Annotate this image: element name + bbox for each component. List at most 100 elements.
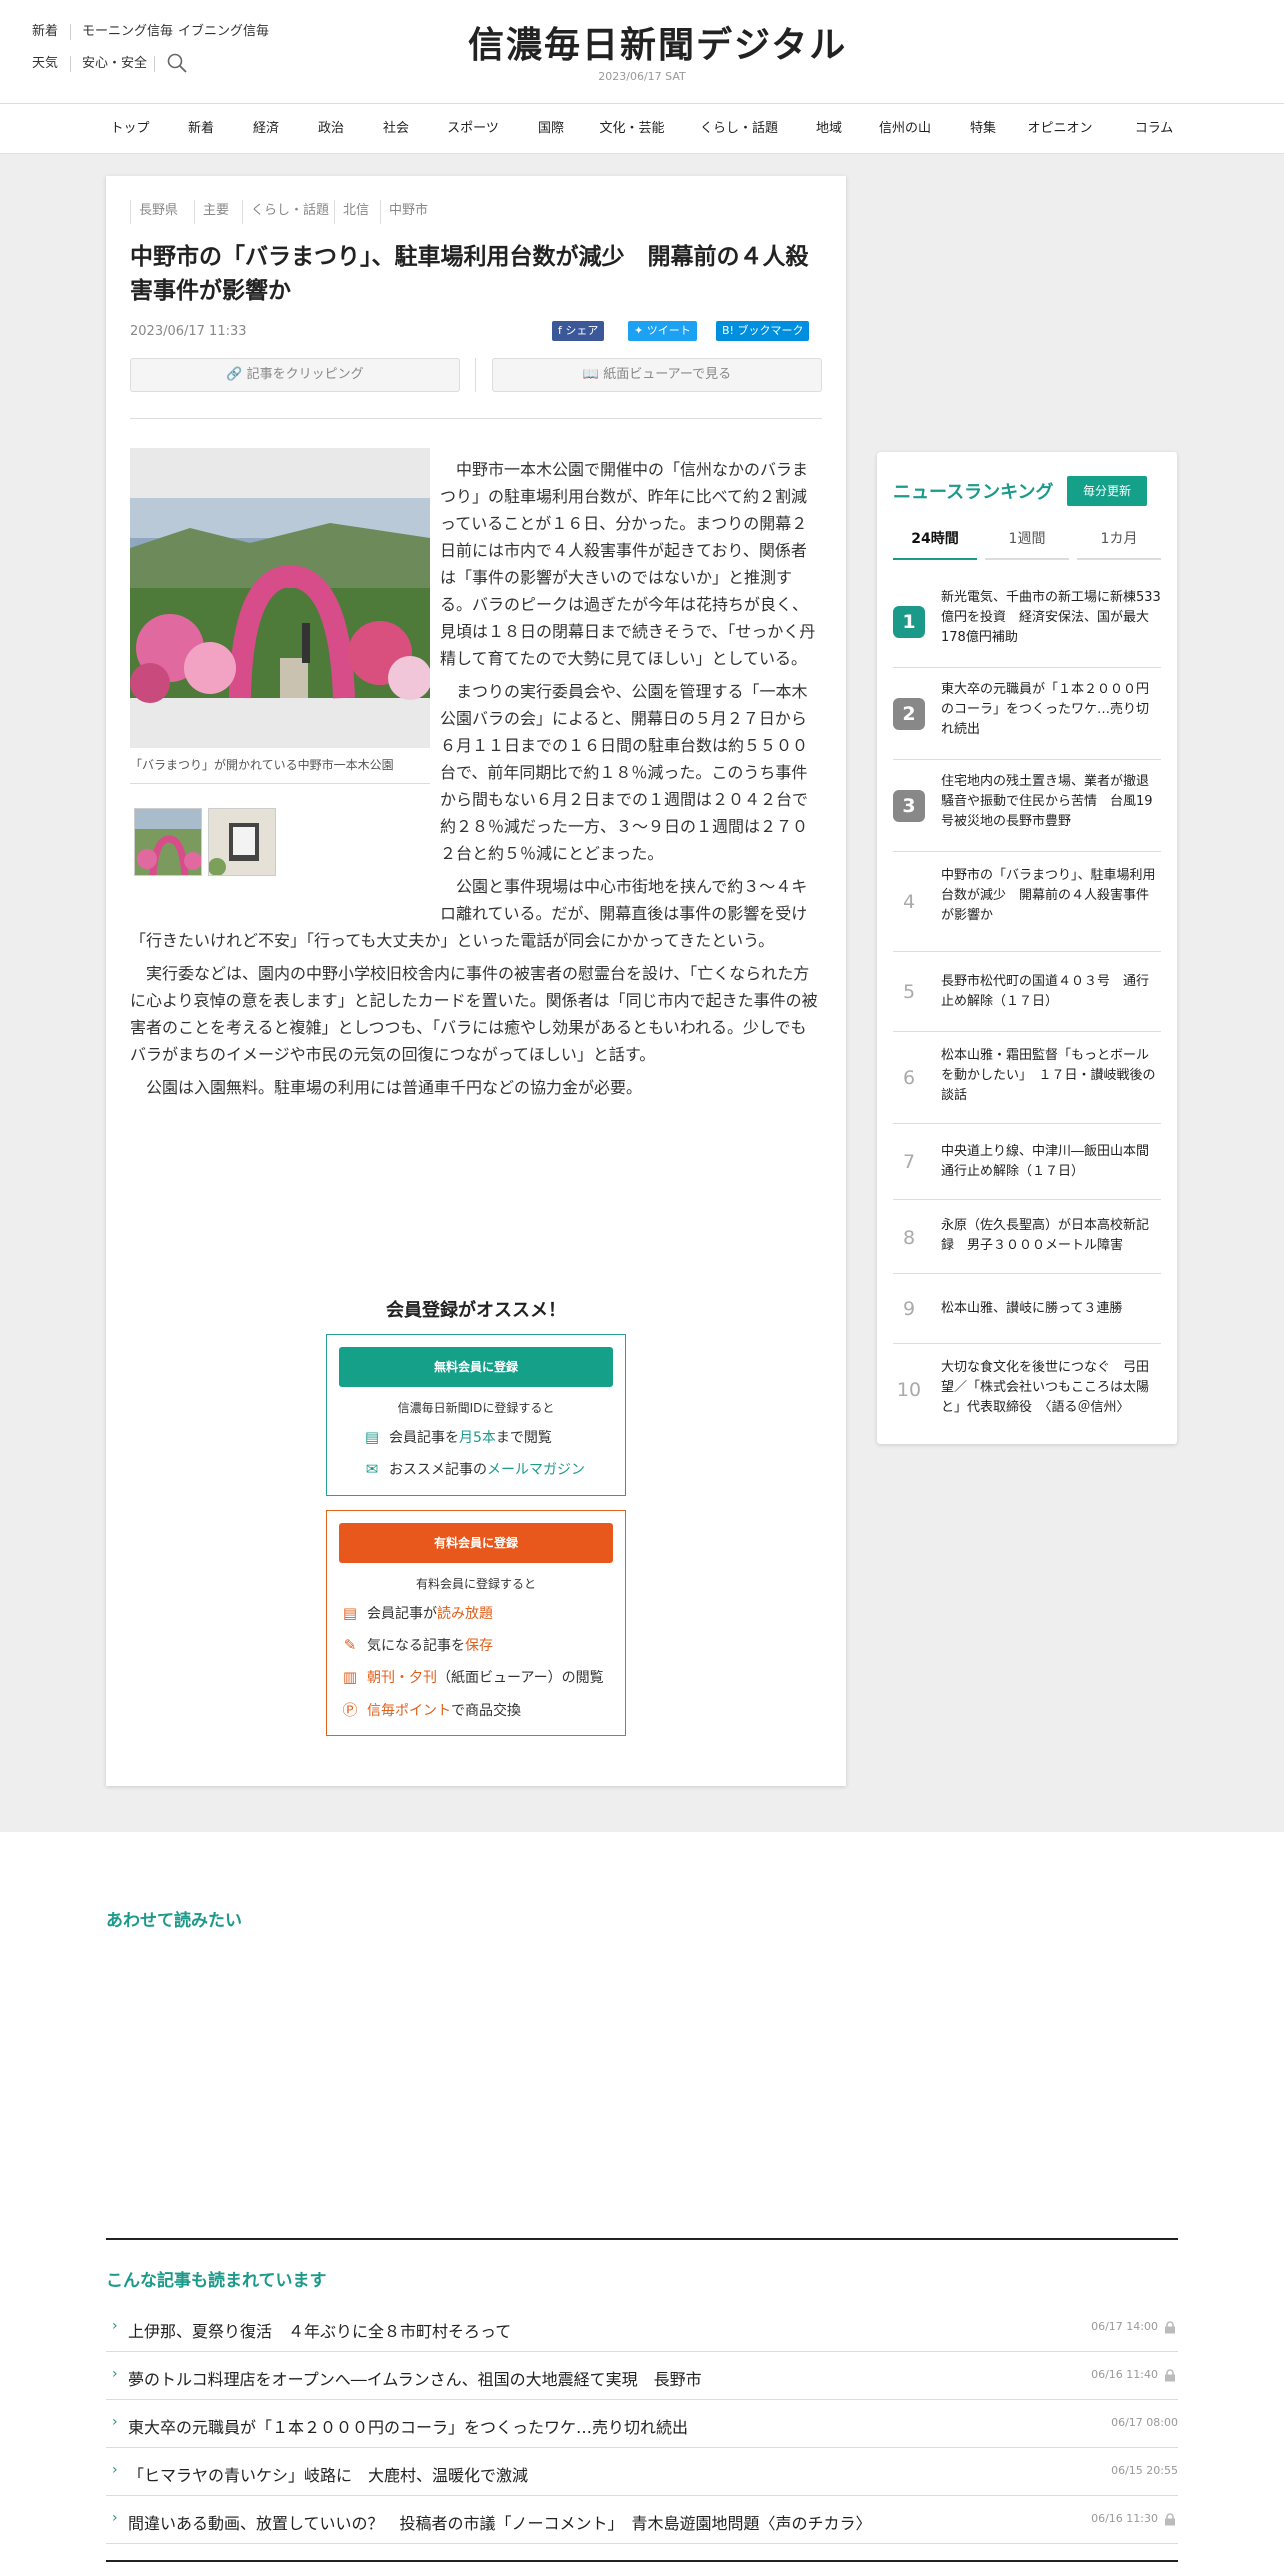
free-benefit-intro: 信濃毎日新聞IDに登録すると xyxy=(397,1401,555,1415)
tab-1month[interactable]: 1カ月 xyxy=(1077,524,1161,560)
divider xyxy=(475,358,476,392)
popular-item[interactable]: › 上伊那、夏祭り復活 ４年ぶりに全８市町村そろって 06/17 14:00 xyxy=(106,2304,1178,2352)
free-register-button[interactable]: 無料会員に登録 xyxy=(339,1347,613,1387)
header-link-morning[interactable]: モーニング信毎 xyxy=(82,24,173,40)
popular-item[interactable]: › 間違いある動画、放置していいの？ 投稿者の市議「ノーコメント」 青木島遊園地… xyxy=(106,2496,1178,2544)
lock-icon xyxy=(1164,2319,1176,2334)
popular-item-text: 東大卒の元職員が「１本２０００円のコーラ」をつくったワケ…売り切れ続出 xyxy=(128,2418,689,2437)
nav-culture[interactable]: 文化・芸能 xyxy=(599,104,664,154)
popular-item-text: 夢のトルコ料理店をオープンへ―イムランさん、祖国の大地震経て実現 長野市 xyxy=(128,2370,702,2389)
nav-life[interactable]: くらし・話題 xyxy=(700,104,778,154)
nav-top[interactable]: トップ xyxy=(110,104,149,154)
paid-membership-box: 有料会員に登録 有料会員に登録すると ▤ 会員記事が読み放題 ✎ 気になる記事を保存… xyxy=(326,1510,626,1736)
paid-benefit-save: ✎ 気になる記事を保存 xyxy=(341,1635,493,1655)
tab-1week[interactable]: 1週間 xyxy=(985,524,1069,560)
free-line2-pre: おススメ記事の xyxy=(389,1462,487,1478)
divider xyxy=(154,56,155,72)
twitter-icon: ✦ xyxy=(634,324,647,337)
header-link-weather[interactable]: 天気 xyxy=(32,56,58,72)
facebook-share-button[interactable]: f シェア xyxy=(552,321,605,341)
ranking-item[interactable]: 7 中央道上り線、中津川―飯田山本間 通行止め解除（１７日） xyxy=(893,1124,1163,1200)
nav-society[interactable]: 社会 xyxy=(383,104,409,154)
ranking-item-text: 大切な食文化を後世につなぐ 弓田望／「株式会社いつもこころは太陽と」代表取締役 … xyxy=(941,1360,1150,1415)
header-date: 2023/06/17 SAT xyxy=(598,70,686,83)
ranking-item-text: 東大卒の元職員が「１本２０００円のコーラ」をつくったワケ…売り切れ続出 xyxy=(941,682,1150,737)
nav-region[interactable]: 地域 xyxy=(816,104,842,154)
search-icon[interactable] xyxy=(166,52,188,74)
free-membership-box: 無料会員に登録 信濃毎日新聞IDに登録すると ▤ 会員記事を月5本まで閲覧 ✉ おス… xyxy=(326,1334,626,1496)
tag-main[interactable]: 主要 xyxy=(194,200,229,224)
header-link-safety[interactable]: 安心・安全 xyxy=(82,56,147,72)
ranking-item[interactable]: 8 永原（佐久長聖高）が日本高校新記録 男子３０００メートル障害 xyxy=(893,1200,1161,1274)
free-line1-highlight: 月5本 xyxy=(459,1430,496,1446)
tag-nagano[interactable]: 長野県 xyxy=(130,200,178,224)
article-body: 中野市一本木公園で開催中の「信州なかのバラまつり」の駐車場利用台数が、昨年に比べ… xyxy=(130,456,822,1107)
divider xyxy=(70,56,71,72)
free-line1-pre: 会員記事を xyxy=(389,1430,459,1446)
nav-politics[interactable]: 政治 xyxy=(318,104,344,154)
ranking-item-text: 松本山雅・霜田監督「もっとボールを動かしたい」 １７日・讃岐戦後の談話 xyxy=(941,1048,1156,1103)
ranking-item[interactable]: 10 大切な食文化を後世につなぐ 弓田望／「株式会社いつもこころは太陽と」代表取… xyxy=(893,1344,1161,1436)
header-link-evening[interactable]: イブニング信毎 xyxy=(178,24,269,40)
paid-benefit-points: Ⓟ 信毎ポイントで商品交換 xyxy=(341,1699,521,1720)
tag-hokushin[interactable]: 北信 xyxy=(334,200,369,224)
ranking-item-text: 松本山雅、讃岐に勝って３連勝 xyxy=(941,1301,1123,1316)
clip-article-label: 記事をクリッピング xyxy=(246,367,364,382)
popular-item-text: 「ヒマラヤの青いケシ」岐路に 大鹿村、温暖化で激減 xyxy=(128,2466,529,2485)
ranking-item-text: 中央道上り線、中津川―飯田山本間 通行止め解除（１７日） xyxy=(941,1144,1163,1179)
paper-viewer-button[interactable]: 📖 紙面ビューアーで見る xyxy=(492,358,822,392)
paid-line3-highlight: 朝刊・夕刊 xyxy=(367,1670,437,1686)
hatena-bookmark-button[interactable]: B! ブックマーク xyxy=(716,321,810,341)
twitter-share-button[interactable]: ✦ ツイート xyxy=(628,321,697,341)
ranking-item[interactable]: 9 松本山雅、讃岐に勝って３連勝 xyxy=(893,1274,1161,1344)
tag-nakano[interactable]: 中野市 xyxy=(380,200,428,224)
paid-benefit-intro: 有料会員に登録すると xyxy=(415,1577,536,1591)
rank-number: 3 xyxy=(893,790,925,822)
tab-24h[interactable]: 24時間 xyxy=(893,524,977,560)
global-nav: トップ 新着 経済 政治 社会 スポーツ 国際 文化・芸能 くらし・話題 地域 … xyxy=(0,104,1284,154)
article-title: 中野市の「バラまつり」、駐車場利用台数が減少 開幕前の４人殺害事件が影響か xyxy=(130,244,809,304)
paper-viewer-label: 紙面ビューアーで見る xyxy=(603,367,732,382)
news-ranking: ニュースランキング 毎分更新 24時間 1週間 1カ月 1 新光電気、千曲市の新… xyxy=(877,452,1177,1444)
divider xyxy=(70,24,71,40)
chevron-right-icon: › xyxy=(112,2462,118,2478)
document-icon: ▤ xyxy=(342,1604,358,1622)
book-icon: 📖 xyxy=(582,367,604,382)
nav-opinion[interactable]: オピニオン xyxy=(1027,104,1092,154)
nav-column[interactable]: コラム xyxy=(1135,104,1174,154)
nav-new[interactable]: 新着 xyxy=(188,104,214,154)
clip-article-button[interactable]: 🔗 記事をクリッピング xyxy=(130,358,460,392)
popular-item[interactable]: › 夢のトルコ料理店をオープンへ―イムランさん、祖国の大地震経て実現 長野市 0… xyxy=(106,2352,1178,2400)
ranking-item[interactable]: 1 新光電気、千曲市の新工場に新棟533億円を投資 経済安保法、国が最大178億… xyxy=(893,576,1161,668)
popular-item-text: 上伊那、夏祭り復活 ４年ぶりに全８市町村そろって xyxy=(128,2322,512,2341)
paid-benefit-viewer: ▥ 朝刊・夕刊（紙面ビューアー）の閲覧 xyxy=(341,1667,604,1687)
free-benefit-newsletter: ✉ おススメ記事のメールマガジン xyxy=(363,1459,585,1479)
header-link-new[interactable]: 新着 xyxy=(32,24,58,40)
ranking-item[interactable]: 5 長野市松代町の国道４０３号 通行止め解除（１７日） xyxy=(893,952,1161,1032)
site-logo[interactable]: 信濃毎日新聞デジタル xyxy=(468,20,845,70)
ranking-item[interactable]: 2 東大卒の元職員が「１本２０００円のコーラ」をつくったワケ…売り切れ続出 xyxy=(893,668,1161,760)
lock-icon xyxy=(1164,2367,1176,2382)
tag-life[interactable]: くらし・話題 xyxy=(242,200,329,224)
ranking-item[interactable]: 3 住宅地内の残土置き場、業者が撤退 騒音や振動で住民から苦情 台風19号被災地… xyxy=(893,760,1163,852)
ranking-item[interactable]: 6 松本山雅・霜田監督「もっとボールを動かしたい」 １７日・讃岐戦後の談話 xyxy=(893,1032,1161,1124)
paid-register-button[interactable]: 有料会員に登録 xyxy=(339,1523,613,1563)
nav-features[interactable]: 特集 xyxy=(970,104,996,154)
ranking-item-text: 中野市の「バラまつり」、駐車場利用台数が減少 開幕前の４人殺害事件が影響か xyxy=(941,868,1156,923)
hatena-label: ブックマーク xyxy=(737,324,804,337)
chevron-right-icon: › xyxy=(112,2318,118,2334)
nav-mountains[interactable]: 信州の山 xyxy=(879,104,931,154)
ranking-item-text: 住宅地内の残土置き場、業者が撤退 騒音や振動で住民から苦情 台風19号被災地の長… xyxy=(941,774,1163,829)
clip-icon: 🔗 xyxy=(226,367,247,382)
free-line2-highlight: メールマガジン xyxy=(487,1462,585,1478)
popular-item[interactable]: › 東大卒の元職員が「１本２０００円のコーラ」をつくったワケ…売り切れ続出 06… xyxy=(106,2400,1178,2448)
paid-line2-highlight: 保存 xyxy=(465,1638,493,1654)
paid-line4-highlight: 信毎ポイント xyxy=(367,1703,451,1719)
nav-sports[interactable]: スポーツ xyxy=(447,104,499,154)
ranking-item[interactable]: 4 中野市の「バラまつり」、駐車場利用台数が減少 開幕前の４人殺害事件が影響か xyxy=(893,852,1161,952)
nav-economy[interactable]: 経済 xyxy=(253,104,279,154)
hatena-icon: B! xyxy=(722,324,738,337)
rank-number: 6 xyxy=(902,1067,916,1089)
nav-international[interactable]: 国際 xyxy=(538,104,564,154)
popular-item[interactable]: › 「ヒマラヤの青いケシ」岐路に 大鹿村、温暖化で激減 06/15 20:55 xyxy=(106,2448,1178,2496)
